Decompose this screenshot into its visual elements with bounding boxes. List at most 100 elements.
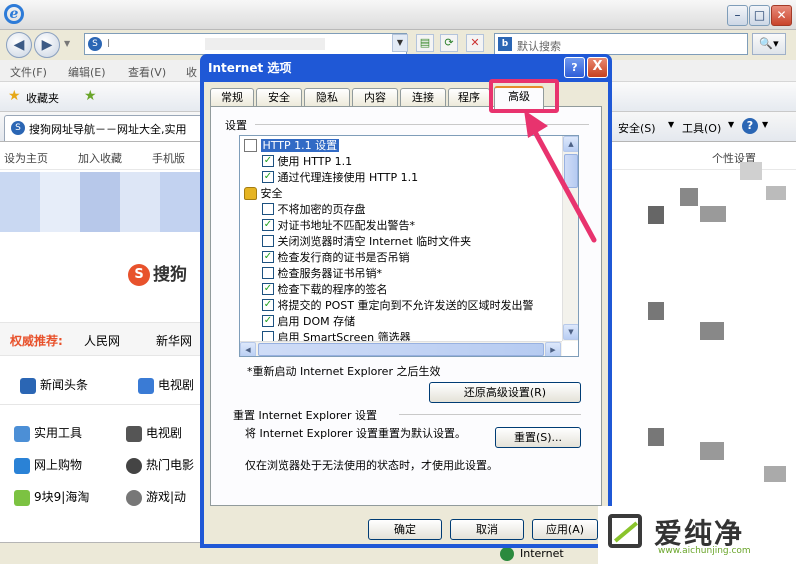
browser-tab[interactable]: S 搜狗网址导航－－网址大全,实用 [4,115,204,141]
tree-checkbox-item[interactable]: ✓ 检查发行商的证书是否吊销 [262,250,410,266]
sogou-logo[interactable]: S 搜狗 [128,260,187,286]
favorites-label[interactable]: 收藏夹 [26,90,59,106]
blurred-block [700,322,724,340]
address-text: l [107,37,111,50]
horizontal-scrollbar[interactable]: ◀ ▶ [240,341,562,356]
tree-checkbox-item[interactable]: ✓ 通过代理连接使用 HTTP 1.1 [262,170,418,186]
tab-general[interactable]: 常规 [210,88,254,107]
reset-note: 仅在浏览器处于无法使用的状态时，才使用此设置。 [245,459,498,472]
search-input[interactable]: b 默认搜索 [494,33,748,55]
option-label: 检查下载的程序的签名 [277,283,388,296]
site-deals[interactable]: 9块9|海淘 [14,488,89,506]
menu-file[interactable]: 文件(F) [10,64,47,80]
tree-checkbox-item[interactable]: 不将加密的页存盘 [262,202,366,218]
site-games[interactable]: 游戏|动 [126,488,186,506]
tree-checkbox-item[interactable]: ✓ 检查下载的程序的签名 [262,282,388,298]
add-favorite-icon[interactable]: ★ [84,88,97,104]
checkbox[interactable]: ✓ [262,299,274,311]
stop-icon[interactable]: ✕ [466,34,484,52]
tab-programs[interactable]: 程序 [448,88,490,107]
news-icon [20,377,36,394]
help-dropdown-icon[interactable]: ▼ [762,120,768,129]
site-tools[interactable]: 实用工具 [14,424,82,442]
option-label: 通过代理连接使用 HTTP 1.1 [277,171,419,184]
document-icon [244,138,257,152]
site-shopping[interactable]: 网上购物 [14,456,82,474]
scroll-left-icon[interactable]: ◀ [240,342,256,356]
favorites-star-icon[interactable]: ★ [8,88,21,104]
authority-link-renmin[interactable]: 人民网 [84,332,120,349]
tree-checkbox-item[interactable]: 关闭浏览器时清空 Internet 临时文件夹 [262,234,471,250]
blurred-block [766,186,786,200]
tab-connections[interactable]: 连接 [400,88,446,107]
restore-advanced-button[interactable]: 还原高级设置(R) [429,382,581,403]
option-label: 对证书地址不匹配发出警告* [277,219,416,232]
refresh-icon[interactable]: ⟳ [440,34,458,52]
dialog-help-button[interactable]: ? [564,57,585,78]
tab-privacy[interactable]: 隐私 [304,88,350,107]
help-icon[interactable]: ? [742,118,758,134]
scroll-down-icon[interactable]: ▼ [563,324,578,340]
checkbox[interactable]: ✓ [262,155,274,167]
tree-category[interactable]: 安全 [244,186,283,202]
close-window-button[interactable]: ✕ [771,5,792,26]
checkbox[interactable]: ✓ [262,219,274,231]
checkbox[interactable] [262,235,274,247]
authority-link-xinhua[interactable]: 新华网 [156,332,192,349]
tree-checkbox-item[interactable]: 检查服务器证书吊销* [262,266,382,282]
apply-button[interactable]: 应用(A) [532,519,598,540]
cart-icon [14,457,30,474]
ok-button[interactable]: 确定 [368,519,442,540]
news-tab[interactable]: 新闻头条 [20,376,88,394]
category-label: HTTP 1.1 设置 [260,139,340,152]
mobile-version-link[interactable]: 手机版 [152,150,185,166]
checkbox[interactable] [262,267,274,279]
settings-group-label: 设置 [225,119,247,132]
tree-checkbox-item[interactable]: ✓ 将提交的 POST 重定向到不允许发送的区域时发出警 [262,298,534,314]
menu-favorites[interactable]: 收 [186,64,197,80]
maximize-button[interactable]: □ [749,5,770,26]
tools-icon [14,425,30,442]
reset-section-title: 重置 Internet Explorer 设置 [233,409,377,422]
minimize-button[interactable]: – [727,5,748,26]
checkbox[interactable]: ✓ [262,315,274,327]
safety-menu[interactable]: 安全(S) [618,120,656,136]
sogou-logo-text: 搜狗 [153,265,187,285]
dialog-close-button[interactable]: X [587,57,608,78]
site-tv[interactable]: 电视剧 [126,424,182,442]
add-favorite-link[interactable]: 加入收藏 [78,150,122,166]
safety-dropdown-icon[interactable]: ▼ [668,120,674,129]
forward-button[interactable]: ▶ [34,32,60,58]
compatibility-icon[interactable]: ▤ [416,34,434,52]
address-dropdown-icon[interactable]: ▼ [392,34,408,52]
scroll-thumb[interactable] [258,343,544,356]
reset-button[interactable]: 重置(S)... [495,427,581,448]
option-label: 启用 DOM 存储 [277,315,356,328]
tv-tab-label: 电视剧 [158,378,195,392]
history-dropdown-icon[interactable]: ▼ [64,39,70,48]
site-movies[interactable]: 热门电影 [126,456,194,474]
cancel-button[interactable]: 取消 [450,519,524,540]
set-homepage-link[interactable]: 设为主页 [4,150,48,166]
tree-checkbox-item[interactable]: ✓ 使用 HTTP 1.1 [262,154,352,170]
checkbox[interactable]: ✓ [262,171,274,183]
tv-tab[interactable]: 电视剧 [138,376,194,394]
checkbox[interactable]: ✓ [262,251,274,263]
back-button[interactable]: ◀ [6,32,32,58]
tab-content[interactable]: 内容 [352,88,398,107]
scroll-right-icon[interactable]: ▶ [545,342,561,356]
tab-security[interactable]: 安全 [256,88,302,107]
tree-category[interactable]: HTTP 1.1 设置 [244,138,340,154]
menu-edit[interactable]: 编辑(E) [68,64,106,80]
tools-dropdown-icon[interactable]: ▼ [728,120,734,129]
menu-view[interactable]: 查看(V) [128,64,166,80]
reset-description: 将 Internet Explorer 设置重置为默认设置。 [245,427,466,440]
option-label: 检查发行商的证书是否吊销 [277,251,410,264]
checkbox[interactable]: ✓ [262,283,274,295]
search-button[interactable]: 🔍▾ [752,33,786,55]
tree-checkbox-item[interactable]: ✓ 对证书地址不匹配发出警告* [262,218,415,234]
checkbox[interactable] [262,203,274,215]
tree-checkbox-item[interactable]: ✓ 启用 DOM 存储 [262,314,355,330]
tools-menu[interactable]: 工具(O) [682,120,721,136]
address-bar[interactable]: S l [84,33,407,55]
